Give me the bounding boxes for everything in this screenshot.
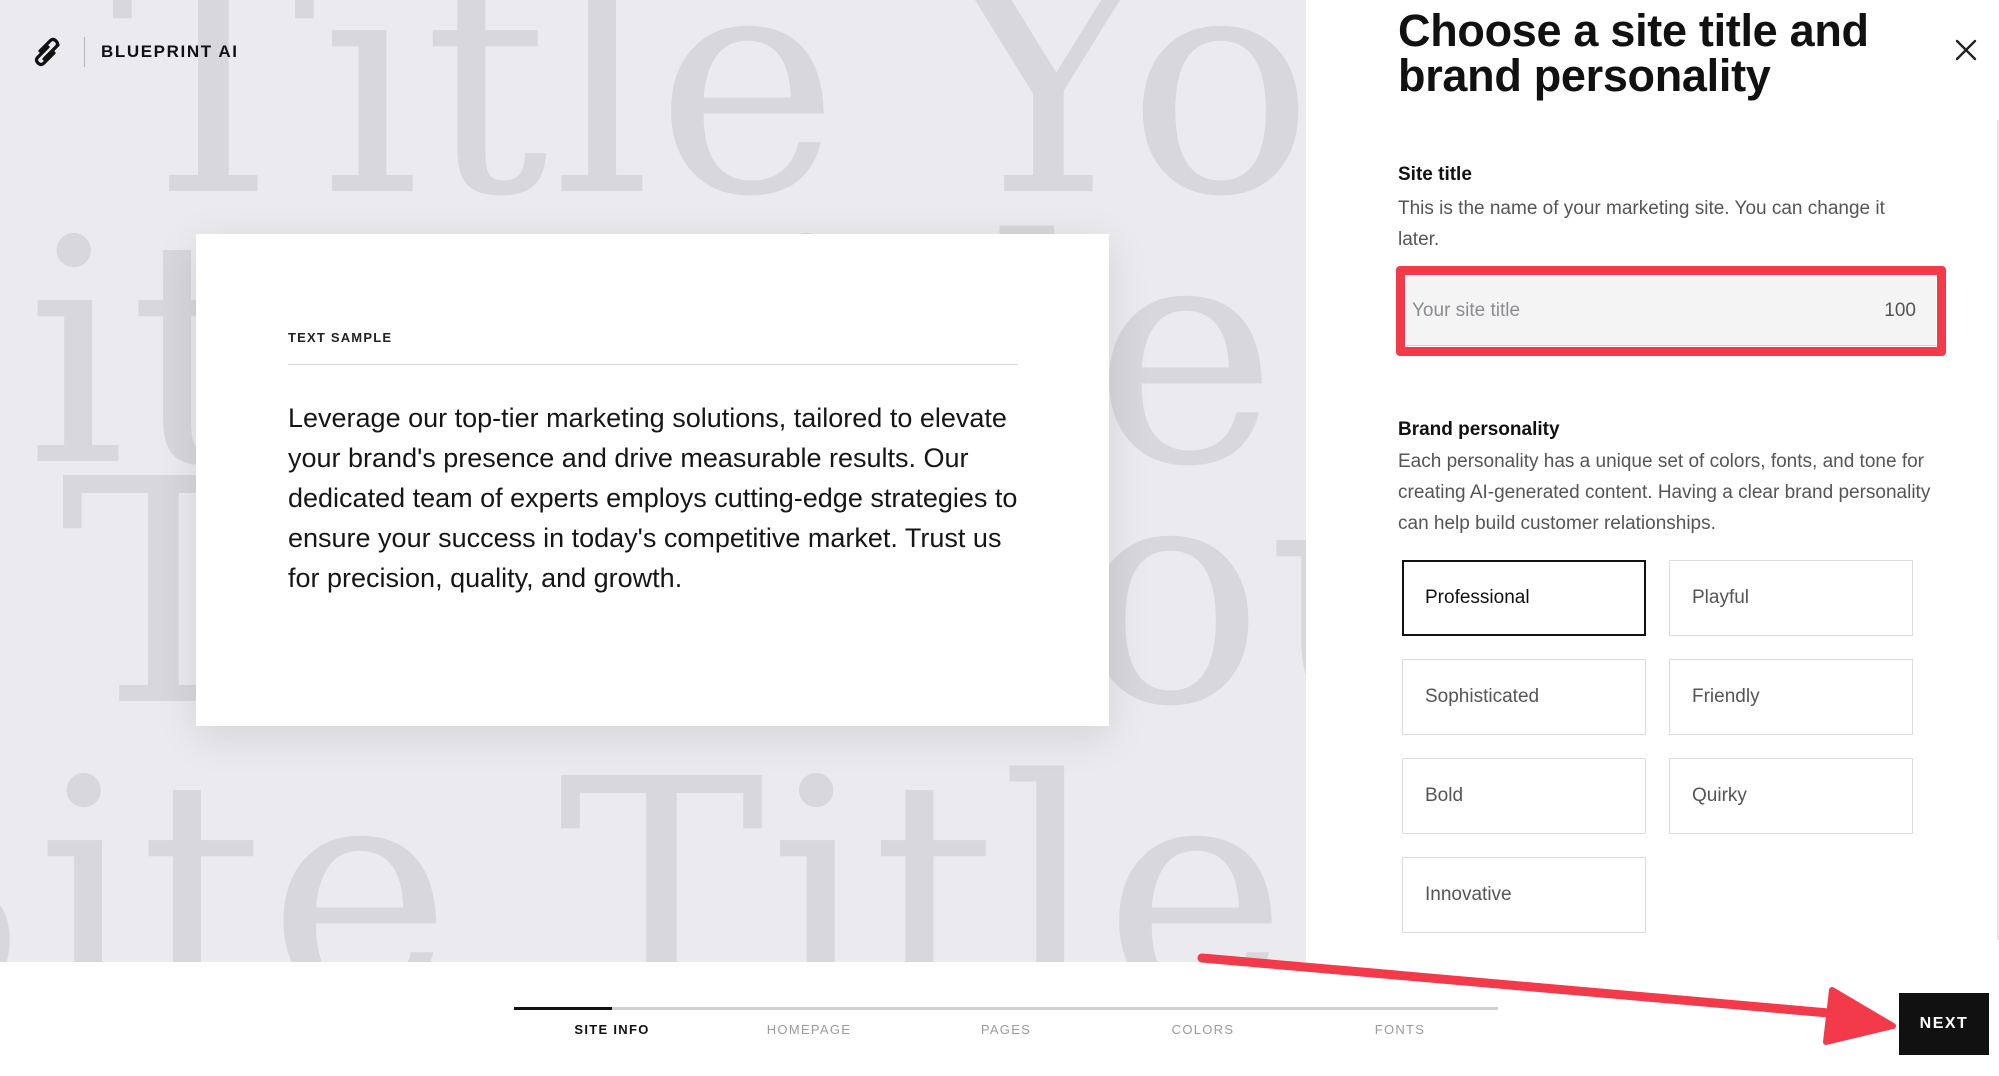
site-title-field: 100 xyxy=(1406,276,1936,346)
step-pages[interactable]: PAGES xyxy=(926,1022,1086,1037)
step-site-info[interactable]: SITE INFO xyxy=(532,1022,692,1037)
personality-option-innovative[interactable]: Innovative xyxy=(1402,857,1646,933)
site-title-label: Site title xyxy=(1398,164,1472,185)
personality-option-quirky[interactable]: Quirky xyxy=(1669,758,1913,834)
site-preview: Title Your Site Title Your Site T Title … xyxy=(0,0,1306,962)
background-watermark-text: Site Title Your Site T xyxy=(0,714,1306,963)
text-sample-body: Leverage our top-tier marketing solution… xyxy=(288,403,1018,593)
personality-option-bold[interactable]: Bold xyxy=(1402,758,1646,834)
site-title-char-count: 100 xyxy=(1884,299,1916,321)
text-sample-label: TEXT SAMPLE xyxy=(288,330,393,345)
step-homepage[interactable]: HOMEPAGE xyxy=(729,1022,889,1037)
close-icon xyxy=(1955,39,1977,66)
wizard-footer: SITE INFO HOMEPAGE PAGES COLORS FONTS NE… xyxy=(0,962,1999,1076)
brand-name: BLUEPRINT AI xyxy=(101,42,239,61)
site-info-panel: Choose a site title and brand personalit… xyxy=(1306,0,1999,962)
brand-personality-label: Brand personality xyxy=(1398,419,1560,440)
step-fonts[interactable]: FONTS xyxy=(1320,1022,1480,1037)
next-button[interactable]: NEXT xyxy=(1899,993,1989,1055)
personality-option-playful[interactable]: Playful xyxy=(1669,560,1913,636)
text-sample-divider xyxy=(288,364,1018,365)
progress-fill xyxy=(514,1007,613,1010)
panel-title: Choose a site title and brand personalit… xyxy=(1398,5,1869,101)
site-title-input[interactable] xyxy=(1406,276,1885,345)
brand-personality-description: Each personality has a unique set of col… xyxy=(1398,451,1931,534)
brand-header: BLUEPRINT AI xyxy=(32,36,239,68)
personality-option-professional[interactable]: Professional xyxy=(1402,560,1646,636)
text-sample-card: TEXT SAMPLE Leverage our top-tier market… xyxy=(196,234,1109,726)
step-colors[interactable]: COLORS xyxy=(1123,1022,1283,1037)
blueprint-logo-icon xyxy=(32,36,68,68)
personality-option-sophisticated[interactable]: Sophisticated xyxy=(1402,659,1646,735)
personality-option-friendly[interactable]: Friendly xyxy=(1669,659,1913,735)
brand-divider xyxy=(84,37,85,67)
site-title-description: This is the name of your marketing site.… xyxy=(1398,198,1885,250)
progress-track xyxy=(514,1007,1498,1010)
close-button[interactable] xyxy=(1950,36,1982,68)
